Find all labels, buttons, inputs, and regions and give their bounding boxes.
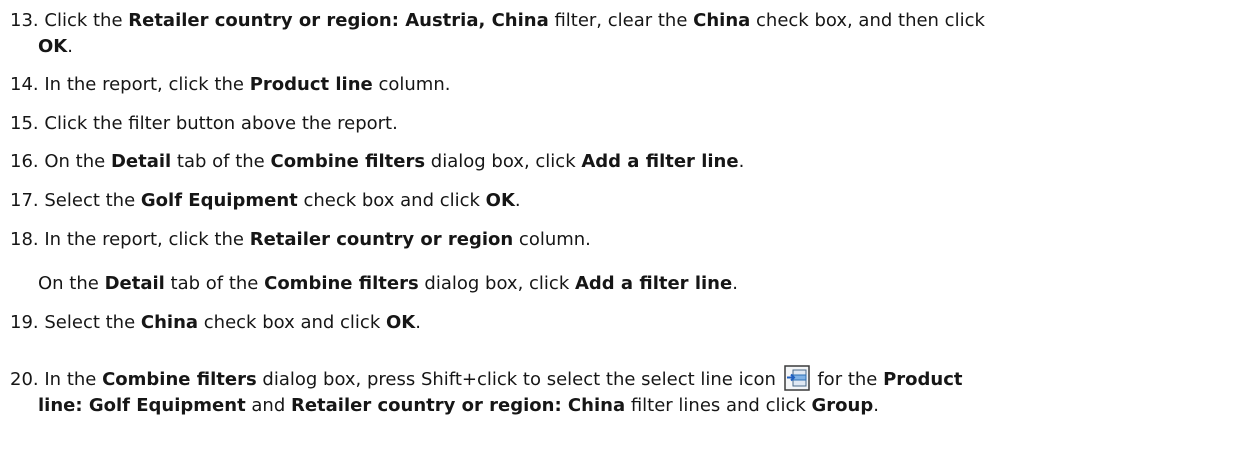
step-19: 19. Select the China check box and click… (10, 312, 421, 333)
bold-term: Detail (104, 273, 165, 294)
step-number: 14. (10, 74, 39, 95)
bold-term: Combine filters (270, 151, 426, 172)
step-18-note: On the Detail tab of the Combine filters… (38, 273, 738, 294)
bold-term: Detail (110, 151, 172, 172)
bold-term: China (140, 312, 199, 333)
bold-term: China (693, 10, 751, 31)
bold-term: Combine filters (102, 369, 257, 390)
bold-term: OK (385, 312, 416, 333)
bold-term: Retailer country or region: Austria, Chi… (128, 10, 549, 31)
step-number: 13. (10, 10, 39, 31)
select-line-icon (783, 365, 810, 391)
bold-term: Retailer country or region: China (290, 395, 626, 416)
bold-term: Group (811, 395, 874, 416)
step-16: 16. On the Detail tab of the Combine fil… (10, 151, 745, 172)
step-13: 13. Click the Retailer country or region… (10, 10, 985, 57)
step-number: 17. (10, 190, 39, 211)
step-number: 19. (10, 312, 39, 333)
step-number: 18. (10, 229, 39, 250)
step-15: 15. Click the filter button above the re… (10, 113, 398, 134)
step-18: 18. In the report, click the Retailer co… (10, 229, 591, 250)
bold-term: Add a filter line (581, 151, 739, 172)
instruction-document: 13. Click the Retailer country or region… (0, 0, 1254, 450)
bold-term: Add a filter line (574, 273, 733, 294)
bold-term: OK (38, 36, 68, 57)
step-number: 15. (10, 113, 39, 134)
bold-term: Product (883, 369, 963, 390)
bold-term: Golf Equipment (140, 190, 298, 211)
step-14: 14. In the report, click the Product lin… (10, 74, 451, 95)
bold-term: line: Golf Equipment (38, 395, 246, 416)
step-20: 20. In the Combine filters dialog box, p… (10, 365, 1246, 419)
step-number: 20. (10, 369, 39, 390)
bold-term: Retailer country or region (249, 229, 514, 250)
bold-term: Product line (249, 74, 373, 95)
bold-term: OK (485, 190, 515, 211)
bold-term: Combine filters (264, 273, 419, 294)
step-number: 16. (10, 151, 39, 172)
step-17: 17. Select the Golf Equipment check box … (10, 190, 521, 211)
